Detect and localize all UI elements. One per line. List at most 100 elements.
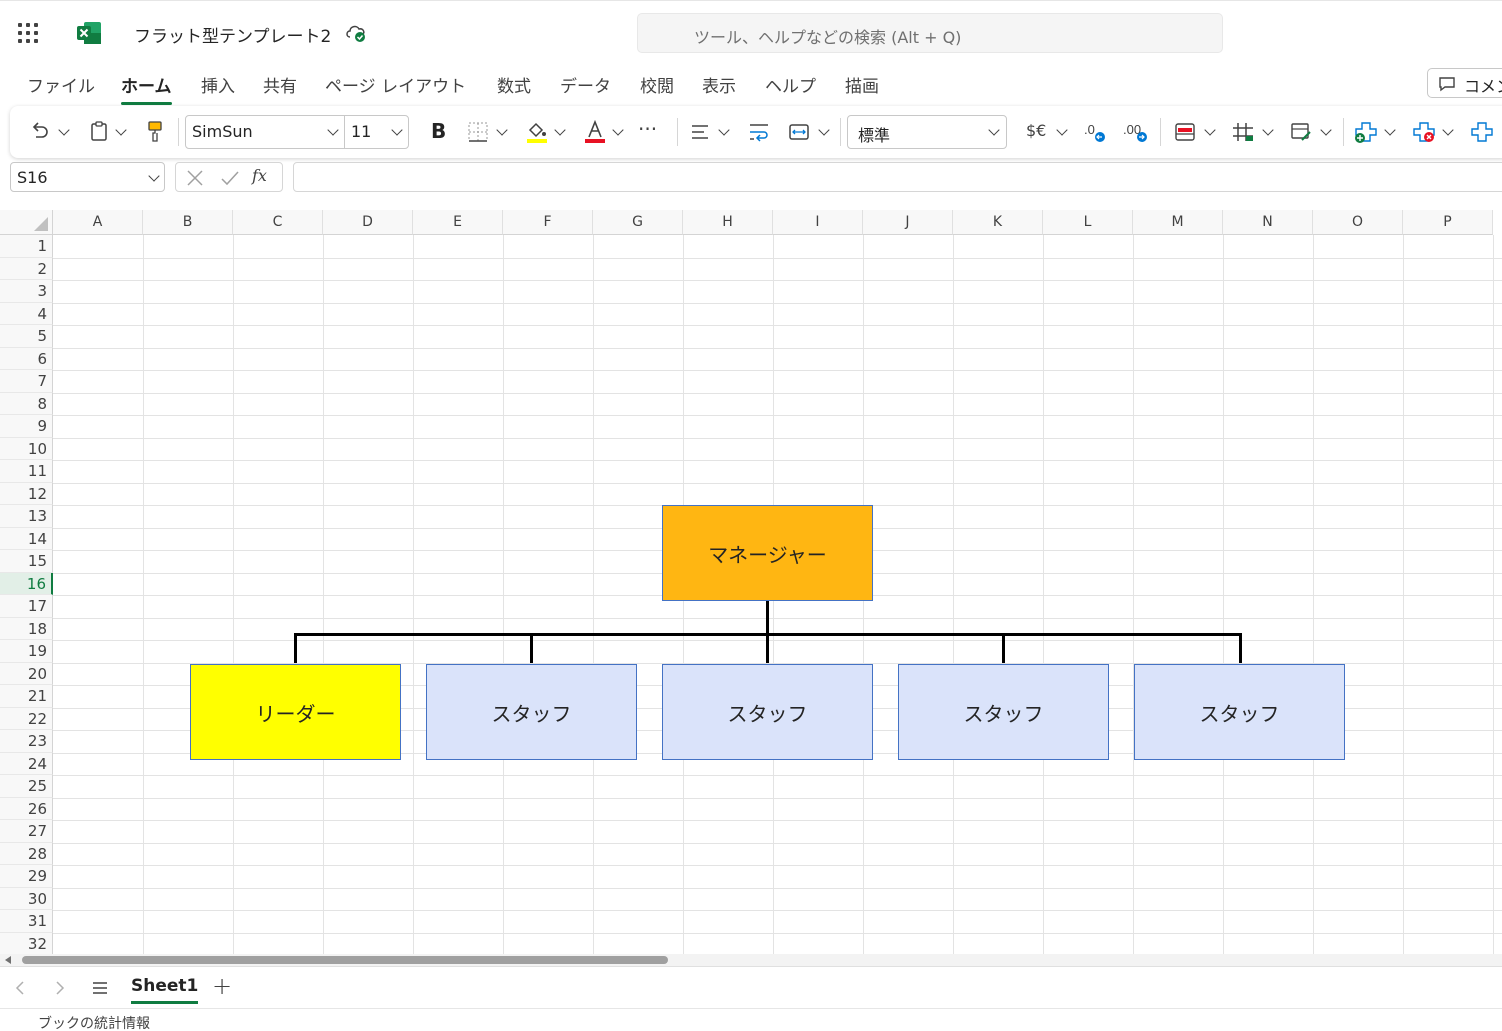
app-launcher-icon[interactable] (18, 23, 40, 45)
row-header[interactable]: 30 (0, 887, 53, 910)
column-header[interactable]: E (413, 210, 503, 235)
tab-view[interactable]: 表示 (702, 72, 736, 97)
formula-input[interactable] (293, 162, 1502, 192)
row-header[interactable]: 5 (0, 325, 53, 348)
format-cells-button[interactable] (1470, 106, 1502, 158)
wrap-text-icon[interactable] (748, 122, 770, 142)
number-format-select[interactable]: 標準 (847, 115, 1007, 149)
row-header[interactable]: 10 (0, 437, 53, 460)
prev-sheet-icon[interactable] (14, 980, 26, 996)
tab-file[interactable]: ファイル (27, 72, 95, 97)
bold-button[interactable]: B (430, 106, 450, 158)
font-size-select[interactable]: 11 (344, 115, 409, 149)
document-title[interactable]: フラット型テンプレート2 (134, 22, 331, 47)
spreadsheet-grid[interactable]: ABCDEFGHIJKLMNOP 1 2 3 4 5 6 7 8 9 10 11 12 13 14 15 16… (0, 210, 1502, 954)
column-header[interactable]: L (1043, 210, 1133, 235)
row-header[interactable]: 18 (0, 617, 53, 640)
workbook-statistics-button[interactable]: ブックの統計情報 (38, 1013, 150, 1031)
sheet-tab-sheet1[interactable]: Sheet1 (131, 976, 199, 1004)
row-header[interactable]: 29 (0, 865, 53, 888)
paste-button[interactable] (88, 106, 132, 158)
row-header[interactable]: 32 (0, 932, 53, 954)
tab-insert[interactable]: 挿入 (201, 72, 235, 97)
row-header[interactable]: 15 (0, 550, 53, 573)
borders-button[interactable] (468, 106, 512, 158)
name-box[interactable]: S16 (10, 162, 165, 192)
decrease-decimal-icon[interactable]: .0 (1082, 120, 1108, 144)
row-header[interactable]: 24 (0, 752, 53, 775)
all-sheets-menu-icon[interactable] (91, 980, 109, 996)
row-header[interactable]: 23 (0, 730, 53, 753)
column-header[interactable]: F (503, 210, 593, 235)
row-header[interactable]: 22 (0, 707, 53, 730)
format-as-table-button[interactable] (1232, 106, 1276, 158)
more-font-options-button[interactable]: ··· (638, 106, 664, 158)
horizontal-scrollbar[interactable] (0, 954, 1502, 966)
fill-color-button[interactable] (526, 106, 570, 158)
tab-share[interactable]: 共有 (263, 72, 297, 97)
increase-decimal-icon[interactable]: .00 (1122, 120, 1150, 144)
row-header[interactable]: 13 (0, 505, 53, 528)
tab-help[interactable]: ヘルプ (765, 72, 816, 97)
column-header[interactable]: B (143, 210, 233, 235)
column-header[interactable]: J (863, 210, 953, 235)
row-header[interactable]: 9 (0, 415, 53, 438)
column-header[interactable]: G (593, 210, 683, 235)
row-header[interactable]: 8 (0, 392, 53, 415)
leader-box[interactable]: リーダー (190, 664, 401, 760)
undo-button[interactable] (28, 106, 74, 158)
row-header[interactable]: 12 (0, 482, 53, 505)
insert-function-button[interactable]: fx (252, 166, 267, 185)
row-header[interactable]: 20 (0, 662, 53, 685)
font-name-select[interactable]: SimSun (185, 115, 345, 149)
column-header[interactable]: C (233, 210, 323, 235)
row-header[interactable]: 1 (0, 235, 53, 258)
column-header[interactable]: A (53, 210, 143, 235)
row-header[interactable]: 25 (0, 775, 53, 798)
row-header[interactable]: 14 (0, 527, 53, 550)
column-header[interactable]: K (953, 210, 1043, 235)
merge-center-button[interactable] (788, 106, 832, 158)
row-header[interactable]: 3 (0, 280, 53, 303)
column-header[interactable]: H (683, 210, 773, 235)
conditional-formatting-button[interactable] (1174, 106, 1218, 158)
row-header[interactable]: 21 (0, 685, 53, 708)
tab-formulas[interactable]: 数式 (497, 72, 531, 97)
staff-box[interactable]: スタッフ (426, 664, 637, 760)
row-header[interactable]: 2 (0, 257, 53, 280)
row-header[interactable]: 6 (0, 347, 53, 370)
search-input[interactable]: ツール、ヘルプなどの検索 (Alt + Q) (637, 13, 1223, 53)
tab-home[interactable]: ホーム (121, 72, 172, 105)
row-header[interactable]: 27 (0, 820, 53, 843)
row-header[interactable]: 17 (0, 595, 53, 618)
row-header[interactable]: 28 (0, 842, 53, 865)
comments-button[interactable]: コメン (1427, 68, 1502, 98)
accounting-format-button[interactable]: $€ (1026, 106, 1070, 158)
cloud-saved-icon[interactable] (345, 23, 367, 43)
column-header[interactable]: O (1313, 210, 1403, 235)
staff-box[interactable]: スタッフ (898, 664, 1109, 760)
tab-page-layout[interactable]: ページ レイアウト (325, 72, 466, 97)
cell-styles-button[interactable] (1290, 106, 1334, 158)
row-header[interactable]: 4 (0, 302, 53, 325)
row-header[interactable]: 7 (0, 370, 53, 393)
insert-cells-button[interactable] (1354, 106, 1398, 158)
font-color-button[interactable] (584, 106, 628, 158)
tab-data[interactable]: データ (560, 72, 611, 97)
next-sheet-icon[interactable] (54, 980, 66, 996)
column-header[interactable]: D (323, 210, 413, 235)
tab-draw[interactable]: 描画 (845, 72, 879, 97)
scrollbar-thumb[interactable] (22, 956, 668, 964)
staff-box[interactable]: スタッフ (1134, 664, 1345, 760)
cancel-icon[interactable] (186, 169, 204, 187)
enter-check-icon[interactable] (220, 169, 240, 187)
column-header[interactable]: N (1223, 210, 1313, 235)
column-header[interactable]: M (1133, 210, 1223, 235)
row-header[interactable]: 26 (0, 797, 53, 820)
excel-logo-icon[interactable] (76, 21, 102, 45)
row-header[interactable]: 19 (0, 640, 53, 663)
select-all-corner[interactable] (0, 210, 53, 235)
column-header[interactable]: P (1403, 210, 1493, 235)
add-sheet-button[interactable]: + (212, 972, 232, 1000)
align-button[interactable] (690, 106, 734, 158)
